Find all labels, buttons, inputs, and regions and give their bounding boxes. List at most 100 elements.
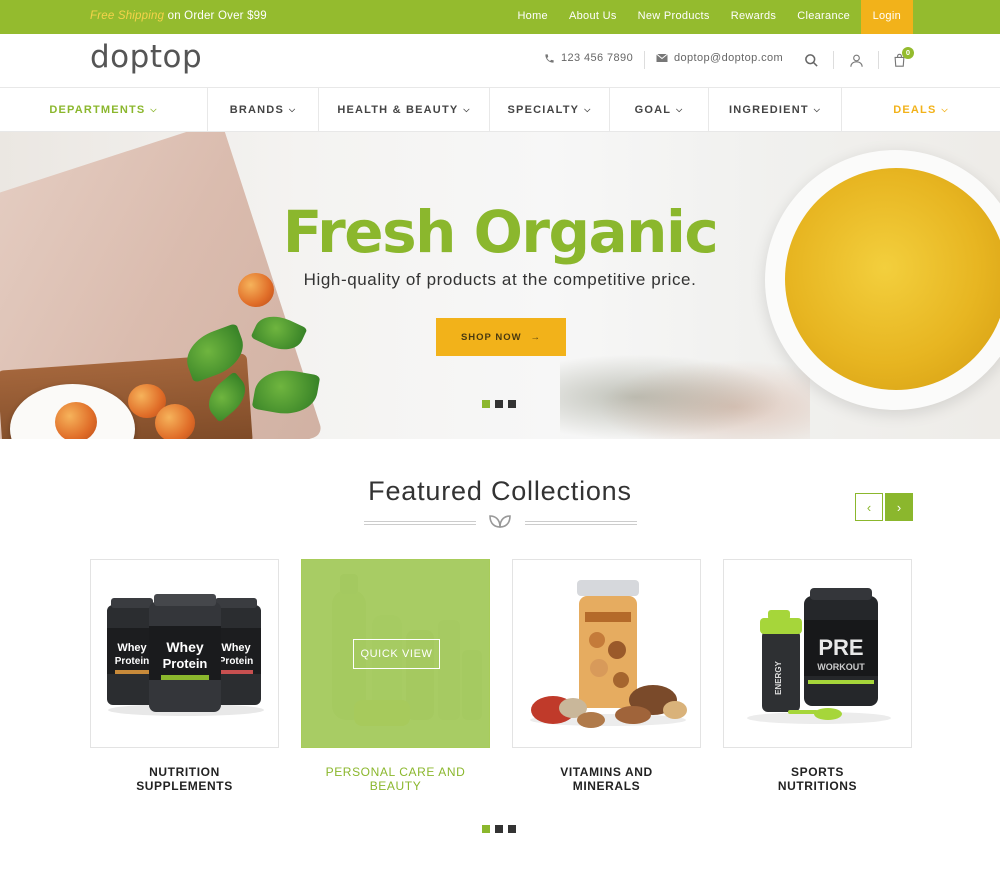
svg-text:Protein: Protein — [115, 656, 149, 667]
collection-label[interactable]: NUTRITION SUPPLEMENTS — [90, 765, 279, 793]
nav-label: SPECIALTY — [507, 104, 580, 116]
collection-label[interactable]: VITAMINS AND MINERALS — [512, 765, 701, 793]
phone-icon — [545, 53, 554, 63]
svg-text:ENERGY: ENERGY — [774, 660, 783, 694]
email-address[interactable]: doptop@doptop.com — [674, 52, 783, 64]
free-shipping-promo: Free Shipping on Order Over $99 — [90, 10, 267, 22]
mail-icon — [656, 53, 668, 62]
vitamin-jar-image — [530, 580, 687, 728]
svg-text:Whey: Whey — [166, 639, 204, 655]
collection-card-personal-care[interactable]: QUICK VIEW — [301, 559, 490, 748]
collection-label-line: NUTRITION — [149, 765, 220, 779]
collection-label[interactable]: PERSONAL CARE AND BEAUTY — [301, 765, 490, 793]
email-contact: doptop@doptop.com — [656, 52, 783, 64]
promo-text: on Order Over $99 — [164, 10, 267, 22]
collection-card-nutrition[interactable]: Whey Protein Whey Protein Whey Protein — [90, 559, 279, 748]
nav-specialty[interactable]: SPECIALTY ⌵ — [490, 88, 610, 132]
svg-text:PRE: PRE — [818, 635, 863, 660]
top-bar: Free Shipping on Order Over $99 Home Abo… — [0, 0, 1000, 34]
search-icon[interactable] — [801, 50, 821, 70]
featured-dot[interactable] — [495, 825, 503, 833]
collection-label-line: NUTRITIONS — [777, 779, 858, 793]
collection-label-line: SUPPLEMENTS — [136, 779, 233, 793]
link-rewards[interactable]: Rewards — [720, 0, 787, 34]
link-new-products[interactable]: New Products — [627, 0, 720, 34]
hero-dot[interactable] — [482, 400, 490, 408]
login-button[interactable]: Login — [860, 0, 913, 34]
nav-label: GOAL — [634, 104, 672, 116]
hero-subtitle: High-quality of products at the competit… — [303, 270, 697, 289]
main-nav: DEPARTMENTS ⌵ BRANDS ⌵ HEALTH & BEAUTY ⌵ SP… — [0, 88, 1000, 132]
shop-now-button[interactable]: SHOP NOW → — [436, 318, 566, 356]
featured-title: Featured Collections — [368, 476, 632, 506]
featured-dot[interactable] — [482, 825, 490, 833]
nav-label: DEALS — [893, 104, 937, 116]
link-about-us[interactable]: About Us — [558, 0, 627, 34]
nav-brands[interactable]: BRANDS ⌵ — [208, 88, 319, 132]
svg-text:Protein: Protein — [219, 656, 253, 667]
protein-tub-center: Whey Protein — [149, 594, 221, 712]
cart-count-badge: 0 — [902, 47, 914, 59]
link-home[interactable]: Home — [507, 0, 559, 34]
collection-label-line: BEAUTY — [369, 779, 422, 793]
header-divider — [878, 51, 879, 69]
hero-pagination — [482, 400, 516, 408]
header-divider — [644, 51, 645, 69]
chevron-down-icon: ⌵ — [463, 105, 471, 114]
nav-ingredient[interactable]: INGREDIENT ⌵ — [709, 88, 842, 132]
leaf-ornament-icon — [488, 513, 512, 534]
phone-number[interactable]: 123 456 7890 — [561, 52, 633, 64]
svg-text:Whey: Whey — [117, 642, 147, 654]
quick-view-button[interactable]: QUICK VIEW — [353, 639, 440, 669]
carousel-next-button[interactable]: › — [885, 493, 913, 521]
featured-pagination — [482, 825, 516, 833]
hero-dot[interactable] — [508, 400, 516, 408]
chevron-down-icon: ⌵ — [813, 105, 822, 114]
whey-protein-image: Whey Protein Whey Protein Whey Protein — [107, 594, 264, 716]
svg-text:WORKOUT: WORKOUT — [817, 662, 865, 672]
site-header: doptop 123 456 7890 doptop@doptop.com 0 — [0, 34, 1000, 88]
top-links: Home About Us New Products Rewards Clear… — [507, 0, 913, 34]
collection-card-sports[interactable]: PRE WORKOUT ENERGY — [723, 559, 912, 748]
collection-label-line: VITAMINS AND — [560, 765, 653, 779]
title-divider — [525, 521, 637, 525]
arrow-right-icon: → — [530, 331, 542, 343]
user-icon[interactable] — [846, 50, 866, 70]
collection-card-vitamins[interactable] — [512, 559, 701, 748]
phone-contact: 123 456 7890 — [544, 52, 633, 64]
carousel-prev-button[interactable]: ‹ — [855, 493, 883, 521]
nav-label: DEPARTMENTS — [49, 104, 146, 116]
shop-now-label: SHOP NOW — [460, 331, 522, 343]
nav-label: INGREDIENT — [728, 104, 809, 116]
collection-label[interactable]: SPORTS NUTRITIONS — [723, 765, 912, 793]
nav-departments[interactable]: DEPARTMENTS ⌵ — [0, 88, 208, 132]
link-clearance[interactable]: Clearance — [787, 0, 861, 34]
chevron-left-icon: ‹ — [866, 499, 872, 515]
cart-icon[interactable]: 0 — [889, 47, 914, 70]
chevron-down-icon: ⌵ — [676, 105, 684, 114]
nav-health-beauty[interactable]: HEALTH & BEAUTY ⌵ — [319, 88, 490, 132]
chevron-down-icon: ⌵ — [584, 105, 592, 114]
nav-label: BRANDS — [229, 104, 284, 116]
collection-label-line: MINERALS — [572, 779, 641, 793]
hero-slider: Fresh Organic High-quality of products a… — [0, 132, 1000, 439]
chevron-down-icon: ⌵ — [150, 105, 158, 114]
apricot-image — [55, 402, 97, 439]
pre-workout-image: PRE WORKOUT ENERGY — [747, 588, 891, 724]
site-logo[interactable]: doptop — [90, 39, 202, 75]
svg-text:Protein: Protein — [163, 656, 208, 671]
title-divider — [364, 521, 476, 525]
hero-title: Fresh Organic — [282, 198, 719, 266]
svg-text:Whey: Whey — [221, 642, 251, 654]
hero-dot[interactable] — [495, 400, 503, 408]
chevron-right-icon: › — [896, 499, 902, 515]
header-divider — [833, 51, 834, 69]
dried-tea-leaves-image — [560, 347, 810, 439]
nav-goal[interactable]: GOAL ⌵ — [610, 88, 709, 132]
featured-dot[interactable] — [508, 825, 516, 833]
chevron-down-icon: ⌵ — [289, 105, 297, 114]
promo-highlight: Free Shipping — [90, 10, 165, 22]
nav-label: HEALTH & BEAUTY — [337, 104, 459, 116]
collection-label-line: SPORTS — [791, 765, 844, 779]
nav-deals[interactable]: DEALS ⌵ — [842, 88, 1000, 132]
